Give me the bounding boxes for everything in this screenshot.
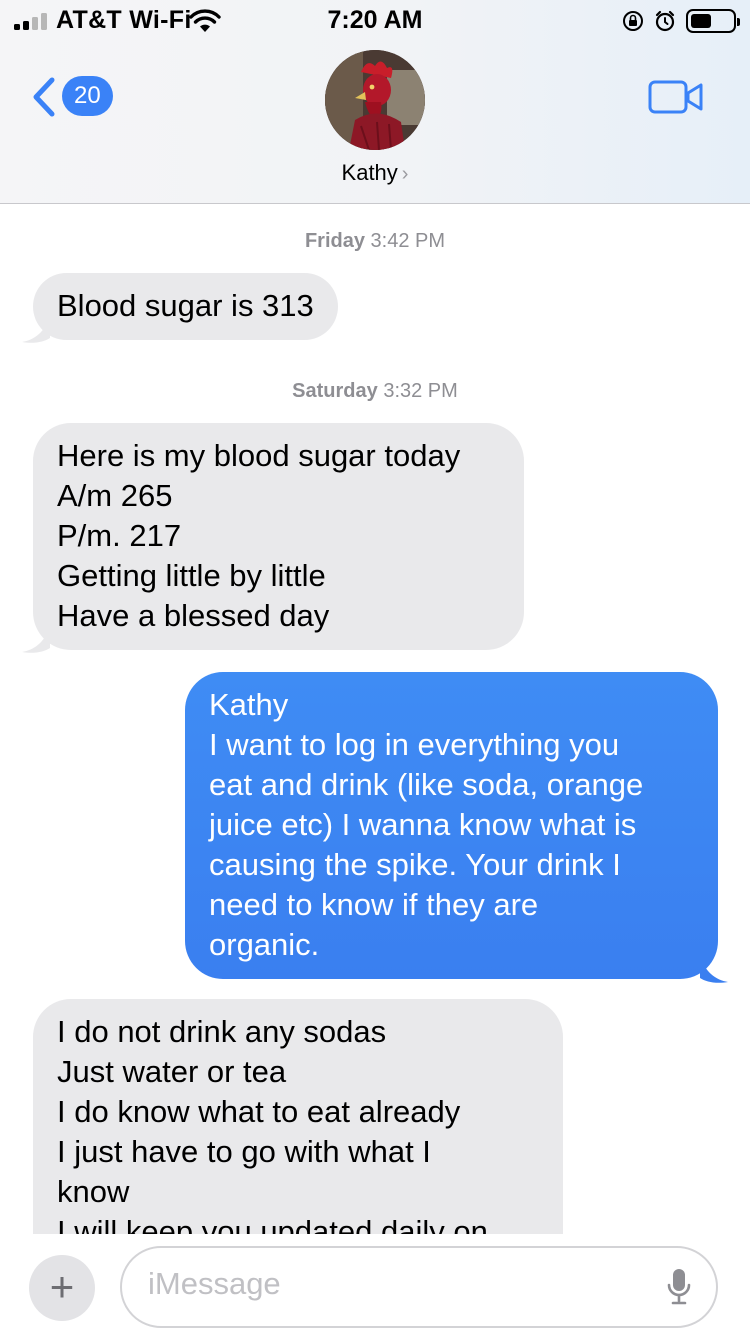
back-chevron-icon (33, 77, 55, 117)
chevron-right-icon: › (401, 163, 409, 185)
status-bar: AT&T Wi-Fi 7:20 AM (0, 0, 750, 40)
incoming-message-bubble[interactable]: Here is my blood sugar today A/m 265 P/m… (33, 423, 524, 650)
status-icons (622, 8, 740, 34)
incoming-message-bubble[interactable]: Blood sugar is 313 (33, 273, 338, 340)
outgoing-message-bubble[interactable]: Kathy I want to log in everything you ea… (185, 672, 718, 979)
contact-avatar[interactable] (325, 50, 425, 150)
contact-name-button[interactable]: Kathy › (0, 160, 750, 186)
unread-count-badge: 20 (62, 76, 113, 116)
message-timestamp: Friday 3:42 PM (304, 230, 446, 252)
microphone-icon[interactable] (666, 1267, 692, 1307)
message-timestamp: Saturday 3:32 PM (292, 380, 458, 402)
plus-icon[interactable]: + (29, 1255, 95, 1321)
back-button[interactable]: 20 (30, 72, 120, 122)
message-composer: + iMessage (0, 1234, 750, 1334)
imessage-input[interactable]: iMessage (120, 1246, 718, 1328)
contact-name: Kathy (341, 160, 398, 185)
video-camera-icon[interactable] (648, 78, 704, 116)
orientation-lock-icon (623, 11, 643, 31)
incoming-message-bubble[interactable]: I do not drink any sodas Just water or t… (33, 999, 563, 1234)
rooster-photo (325, 50, 425, 150)
conversation-header: AT&T Wi-Fi 7:20 AM 20 Kathy › (0, 0, 750, 204)
battery-icon (686, 9, 740, 33)
alarm-icon (655, 10, 675, 32)
input-placeholder: iMessage (148, 1266, 281, 1301)
